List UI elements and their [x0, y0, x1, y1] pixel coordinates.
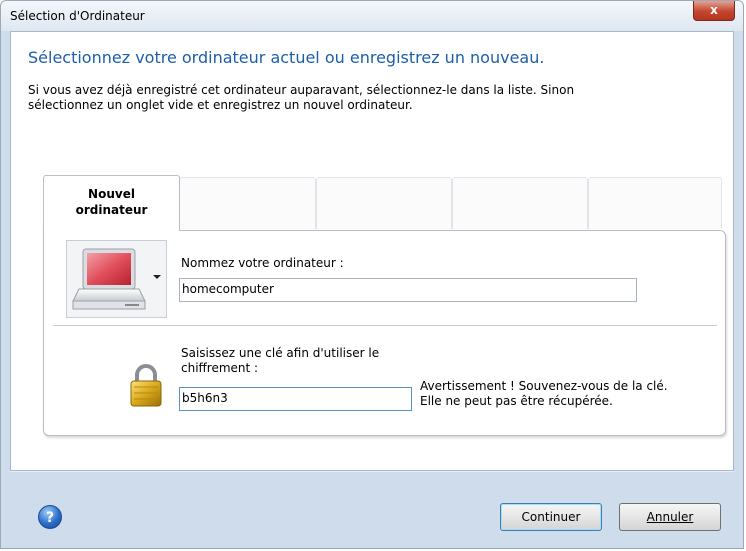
encryption-warning-line-2: Elle ne peut pas être récupérée.	[420, 394, 613, 408]
tab-empty-3[interactable]	[452, 177, 588, 229]
tab-empty-1[interactable]	[179, 177, 316, 229]
svg-text:?: ?	[46, 510, 54, 526]
computer-icon-selector[interactable]	[66, 240, 167, 318]
tab-label-line-1: Nouvel	[88, 187, 135, 201]
window-title: Sélection d'Ordinateur	[10, 9, 145, 23]
encryption-key-input[interactable]: b5h6n3	[179, 387, 412, 411]
intro-line-1: Si vous avez déjà enregistré cet ordinat…	[28, 83, 575, 97]
help-icon[interactable]: ?	[37, 504, 63, 530]
chevron-down-icon[interactable]	[153, 275, 161, 279]
continue-button[interactable]: Continuer	[500, 503, 602, 531]
encryption-warning-line-1: Avertissement ! Souvenez-vous de la clé.	[420, 379, 668, 393]
close-button[interactable]: x	[693, 1, 735, 21]
computer-icon	[72, 248, 146, 310]
encryption-key-label: Saisissez une clé afin d'utiliser le chi…	[181, 346, 379, 376]
encryption-key-label-line-2: chiffrement :	[181, 361, 259, 375]
encryption-warning: Avertissement ! Souvenez-vous de la clé.…	[420, 379, 668, 409]
tab-empty-2[interactable]	[316, 177, 452, 229]
tab-empty-4[interactable]	[588, 177, 722, 229]
footer-divider	[10, 471, 734, 472]
cancel-button[interactable]: Annuler	[619, 503, 721, 531]
page-heading: Sélectionnez votre ordinateur actuel ou …	[28, 48, 545, 67]
lock-icon	[130, 364, 162, 407]
tab-nouvel-ordinateur[interactable]: Nouvel ordinateur	[43, 175, 180, 231]
title-bar[interactable]: Sélection d'Ordinateur x	[1, 1, 743, 31]
encryption-key-label-line-1: Saisissez une clé afin d'utiliser le	[181, 346, 380, 360]
close-icon: x	[710, 3, 718, 17]
tab-label-line-2: ordinateur	[75, 203, 148, 217]
intro-text: Si vous avez déjà enregistré cet ordinat…	[28, 83, 718, 113]
computer-name-label: Nommez votre ordinateur :	[181, 256, 344, 270]
intro-line-2: sélectionnez un onglet vide et enregistr…	[28, 98, 413, 112]
cancel-button-label: Annuler	[646, 510, 694, 524]
dialog-window: Sélection d'Ordinateur x Sélectionnez vo…	[0, 0, 744, 549]
divider	[53, 325, 717, 326]
computer-name-input[interactable]: homecomputer	[179, 278, 637, 302]
